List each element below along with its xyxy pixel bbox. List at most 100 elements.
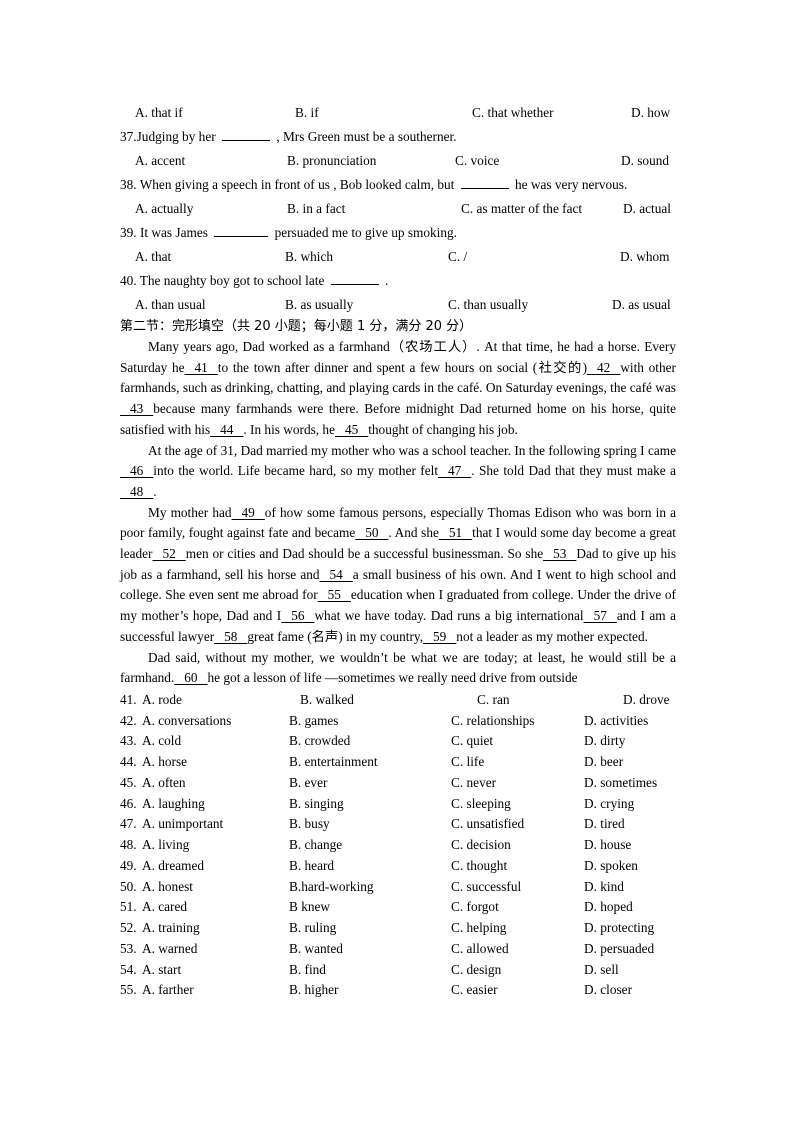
question-number: 40.	[120, 273, 137, 288]
answer-row: 44. A. horse B. entertainment C. life D. bee…	[120, 752, 676, 773]
question-text-after: persuaded me to give up smoking.	[274, 225, 457, 240]
option-b: B. singing	[289, 795, 344, 811]
option-d: D. activities	[584, 712, 649, 728]
option-a: A. honest	[142, 878, 193, 894]
cloze-blank: 50	[355, 525, 389, 541]
option-c: C. as matter of the fact	[461, 201, 583, 216]
question-number: 49.	[120, 857, 137, 873]
option-d: D. house	[584, 837, 632, 853]
option-c: C. life	[451, 754, 485, 770]
option-a: A. conversations	[142, 712, 232, 728]
cloze-blank: 48	[120, 483, 154, 499]
cloze-blank: 47	[438, 463, 472, 479]
question-number: 54.	[120, 961, 137, 977]
option-a: A. training	[142, 920, 200, 936]
option-c: C. that whether	[472, 105, 554, 120]
option-b: B. which	[285, 249, 334, 264]
cloze-blank: 45	[334, 421, 369, 437]
passage-text: not a leader as my mother expected.	[456, 628, 648, 644]
option-c: C. never	[451, 774, 497, 790]
option-a: A. that	[135, 249, 172, 264]
option-c: C. forgot	[451, 899, 499, 915]
passage-paragraph: At the age of 31, Dad married my mother …	[120, 441, 676, 503]
option-c: C. quiet	[451, 733, 494, 749]
question-number: 51.	[120, 899, 137, 915]
option-d: D. actual	[623, 201, 671, 216]
option-a: A. warned	[142, 940, 198, 956]
option-b: B. heard	[289, 857, 335, 873]
option-c: C. ran	[477, 691, 510, 707]
passage-text: he got a lesson of life —sometimes we re…	[207, 670, 578, 686]
question-number: 48.	[120, 837, 137, 853]
option-d: D. kind	[584, 878, 624, 894]
passage-text: men or cities and Dad should be a succes…	[185, 546, 544, 562]
option-a: A. laughing	[142, 795, 205, 811]
option-d: D. sometimes	[584, 774, 658, 790]
answer-row: 45. A. often B. ever C. never D. sometimes	[120, 773, 676, 794]
option-c: C. than usually	[448, 297, 529, 312]
q39-options: A. that B. which C. / D. whom	[120, 245, 676, 269]
option-b: B. change	[289, 837, 343, 853]
cloze-blank: 51	[438, 525, 473, 541]
cloze-options-list: 41. A. rode B. walked C. ran D. drove 42. A. c…	[120, 690, 676, 1001]
passage-text: to the town after dinner and spent a few…	[217, 359, 588, 375]
question-text-before: The naughty boy got to school late	[139, 273, 325, 288]
option-c: C. sleeping	[451, 795, 511, 811]
q37-options: A. accent B. pronunciation C. voice D. s…	[120, 149, 676, 173]
passage-text: . In his words, he	[243, 421, 335, 437]
passage-text: My mother had	[148, 504, 232, 520]
option-d: D. crying	[584, 795, 635, 811]
option-a: A. unimportant	[142, 816, 224, 832]
q40-options: A. than usual B. as usually C. than usua…	[120, 293, 676, 317]
cloze-blank: 53	[543, 546, 577, 562]
option-b: B. busy	[289, 816, 330, 832]
option-a: A. accent	[135, 153, 186, 168]
question-number: 53.	[120, 940, 137, 956]
option-b: B. games	[289, 712, 339, 728]
passage-text: into the world. Life became hard, so my …	[153, 463, 439, 479]
question-text-after: , Mrs Green must be a southerner.	[276, 129, 457, 144]
question-number: 52.	[120, 920, 137, 936]
cloze-blank: 57	[583, 608, 617, 624]
option-a: A. cared	[142, 899, 188, 915]
option-b: B.hard-working	[289, 878, 374, 894]
answer-blank	[330, 272, 379, 285]
cloze-blank: 52	[152, 546, 186, 562]
option-b: B. crowded	[289, 733, 351, 749]
question-number: 41.	[120, 691, 137, 707]
option-a: A. that if	[135, 105, 183, 120]
option-c: C. thought	[451, 857, 508, 873]
answer-row: 54. A. start B. find C. design D. sell	[120, 960, 676, 981]
cloze-blank: 56	[281, 608, 315, 624]
answer-row: 47. A. unimportant B. busy C. unsatisfied D.…	[120, 814, 676, 835]
question-38: 38. When giving a speech in front of us …	[120, 173, 676, 197]
option-d: D. dirty	[584, 733, 626, 749]
passage-paragraph: Dad said, without my mother, we wouldn’t…	[120, 648, 676, 689]
cloze-blank: 49	[231, 504, 265, 520]
option-b: B. if	[295, 105, 319, 120]
passage-text: . And she	[388, 525, 439, 541]
option-b: B knew	[289, 899, 330, 915]
option-d: D. hoped	[584, 899, 633, 915]
question-number: 37.	[120, 129, 137, 144]
option-b: B. ruling	[289, 920, 337, 936]
option-b: B. in a fact	[287, 201, 346, 216]
answer-row: 52. A. training B. ruling C. helping D. prot…	[120, 918, 676, 939]
answer-row: 49. A. dreamed B. heard C. thought D. spoken	[120, 856, 676, 877]
option-a: A. horse	[142, 754, 188, 770]
section-heading: 第二节：完形填空（共 20 小题；每小题 1 分，满分 20 分）	[120, 319, 473, 334]
question-37: 37.Judging by her , Mrs Green must be a …	[120, 125, 676, 149]
option-a: A. dreamed	[142, 857, 205, 873]
cloze-blank: 59	[423, 628, 457, 644]
option-c: C. design	[451, 961, 502, 977]
cloze-blank: 54	[319, 566, 353, 582]
question-number: 42.	[120, 712, 137, 728]
option-b: B. wanted	[289, 940, 343, 956]
cloze-blank: 43	[120, 401, 154, 417]
option-d: D. whom	[620, 249, 670, 264]
cloze-blank: 44	[210, 421, 244, 437]
question-text-after: .	[385, 273, 389, 288]
answer-row: 42. A. conversations B. games C. relationsh…	[120, 711, 676, 732]
question-number: 38.	[120, 177, 137, 192]
option-b: B. find	[289, 961, 326, 977]
